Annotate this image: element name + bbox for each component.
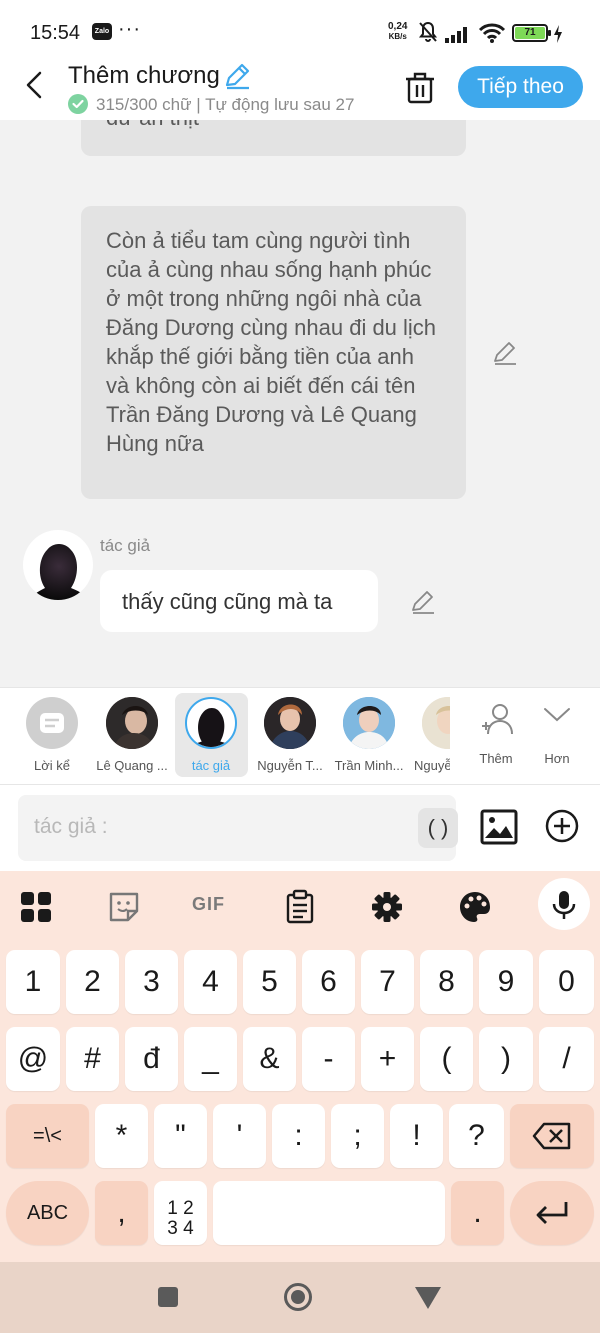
chapter-content: dư ăn thịt Còn ả tiểu tam cùng người tìn… <box>0 120 600 687</box>
key-0[interactable]: 0 <box>539 950 594 1014</box>
character-avatar <box>264 697 316 749</box>
key-question[interactable]: ? <box>449 1104 504 1168</box>
key-period[interactable]: . <box>451 1181 504 1245</box>
chevron-down-icon <box>544 708 570 722</box>
key-3[interactable]: 3 <box>125 950 178 1014</box>
network-speed: 0,24 KB/s <box>388 21 408 42</box>
expand-characters-button[interactable]: Hơn <box>517 688 597 786</box>
sticker-icon[interactable] <box>106 889 142 925</box>
key-8[interactable]: 8 <box>420 950 473 1014</box>
key-semicolon[interactable]: ; <box>331 1104 384 1168</box>
key-5[interactable]: 5 <box>243 950 296 1014</box>
composer: ( ) <box>0 785 600 871</box>
apps-grid-icon[interactable] <box>18 889 54 925</box>
saved-check-icon <box>68 94 88 114</box>
image-icon[interactable] <box>480 809 518 845</box>
key-4[interactable]: 4 <box>184 950 237 1014</box>
theme-palette-icon[interactable] <box>457 889 493 925</box>
key-symbols-toggle[interactable]: =\< <box>6 1104 89 1168</box>
backspace-key[interactable] <box>510 1104 594 1168</box>
back-triangle-icon[interactable] <box>414 1286 442 1310</box>
backspace-icon <box>532 1122 571 1150</box>
edit-pencil-icon[interactable] <box>410 589 436 615</box>
character-avatar <box>343 697 395 749</box>
author-avatar[interactable] <box>23 530 93 600</box>
status-bar: 15:54 Zalo ··· 0,24 KB/s 71 <box>0 0 600 62</box>
narrator-icon <box>26 697 78 749</box>
keyboard: GIF 1 2 3 4 5 6 7 8 9 0 @ # đ _ & - + (… <box>0 871 600 1262</box>
key-underscore[interactable]: _ <box>184 1027 237 1091</box>
settings-gear-icon[interactable] <box>369 889 405 925</box>
clipboard-icon[interactable] <box>282 889 318 925</box>
page-title: Thêm chương <box>68 62 220 89</box>
status-time: 15:54 <box>30 22 81 44</box>
enter-key[interactable] <box>510 1181 594 1245</box>
home-circle-icon[interactable] <box>283 1282 313 1312</box>
key-2[interactable]: 2 <box>66 950 119 1014</box>
charging-icon <box>554 25 562 43</box>
key-ampersand[interactable]: & <box>243 1027 296 1091</box>
key-single-quote[interactable]: ' <box>213 1104 266 1168</box>
character-item[interactable]: Nguyễn T... <box>250 688 330 786</box>
key-close-paren[interactable]: ) <box>479 1027 533 1091</box>
voice-input-button[interactable] <box>538 878 590 930</box>
key-d-stroke[interactable]: đ <box>125 1027 178 1091</box>
character-avatar <box>185 697 237 749</box>
character-avatar <box>106 697 158 749</box>
author-message-bubble[interactable]: thấy cũng cũng mà ta <box>100 570 378 632</box>
edit-title-pencil-icon[interactable] <box>223 62 251 90</box>
abc-key[interactable]: ABC <box>6 1181 89 1245</box>
battery-icon: 71 <box>512 24 551 42</box>
microphone-icon <box>552 891 576 919</box>
autosave-status: 315/300 chữ | Tự động lưu sau 27 <box>68 94 354 115</box>
narration-bubble[interactable]: dư ăn thịt <box>81 120 466 156</box>
add-person-icon <box>482 704 513 735</box>
key-exclamation[interactable]: ! <box>390 1104 443 1168</box>
gif-button[interactable]: GIF <box>192 894 225 915</box>
key-open-paren[interactable]: ( <box>420 1027 473 1091</box>
speaker-label: tác giả <box>100 536 151 555</box>
key-at[interactable]: @ <box>6 1027 60 1091</box>
key-7[interactable]: 7 <box>361 950 414 1014</box>
narration-bubble[interactable]: Còn ả tiểu tam cùng người tình của ả cùn… <box>81 206 466 499</box>
character-author-selected[interactable]: tác giả <box>171 688 251 786</box>
message-input-box: ( ) <box>18 795 458 861</box>
character-avatar <box>422 697 450 749</box>
recent-apps-square-icon[interactable] <box>157 1286 179 1308</box>
wifi-icon <box>478 23 506 43</box>
key-hash[interactable]: # <box>66 1027 119 1091</box>
trash-icon[interactable] <box>404 70 436 104</box>
key-plus[interactable]: + <box>361 1027 414 1091</box>
character-selector: Lời kể Lê Quang ... tác giả Nguyễn T... … <box>0 687 600 785</box>
message-input[interactable] <box>34 809 394 845</box>
zalo-notification-icon: Zalo <box>92 23 112 40</box>
next-button[interactable]: Tiếp theo <box>458 66 583 108</box>
system-navigation-bar <box>0 1262 600 1333</box>
enter-icon <box>536 1202 568 1224</box>
character-item-partial[interactable]: Nguyễ <box>408 688 450 786</box>
character-narrator[interactable]: Lời kể <box>12 688 92 786</box>
key-minus[interactable]: - <box>302 1027 355 1091</box>
key-6[interactable]: 6 <box>302 950 355 1014</box>
key-1[interactable]: 1 <box>6 950 60 1014</box>
key-double-quote[interactable]: " <box>154 1104 207 1168</box>
header: Thêm chương 315/300 chữ | Tự động lưu sa… <box>0 62 600 120</box>
key-colon[interactable]: : <box>272 1104 325 1168</box>
key-9[interactable]: 9 <box>479 950 533 1014</box>
space-key[interactable] <box>213 1181 445 1245</box>
character-item[interactable]: Lê Quang ... <box>92 688 172 786</box>
numpad-key[interactable]: 1 2 3 4 <box>154 1181 207 1245</box>
add-circle-icon[interactable] <box>545 809 579 843</box>
back-arrow-icon[interactable] <box>22 70 46 100</box>
mute-bell-icon <box>418 21 438 42</box>
more-notifications-icon: ··· <box>118 18 141 40</box>
key-asterisk[interactable]: * <box>95 1104 148 1168</box>
signal-icon <box>445 27 467 43</box>
parenthesis-button[interactable]: ( ) <box>418 808 458 848</box>
character-item[interactable]: Trần Minh... <box>329 688 409 786</box>
key-slash[interactable]: / <box>539 1027 594 1091</box>
edit-pencil-icon[interactable] <box>492 340 518 366</box>
key-comma[interactable]: , <box>95 1181 148 1245</box>
